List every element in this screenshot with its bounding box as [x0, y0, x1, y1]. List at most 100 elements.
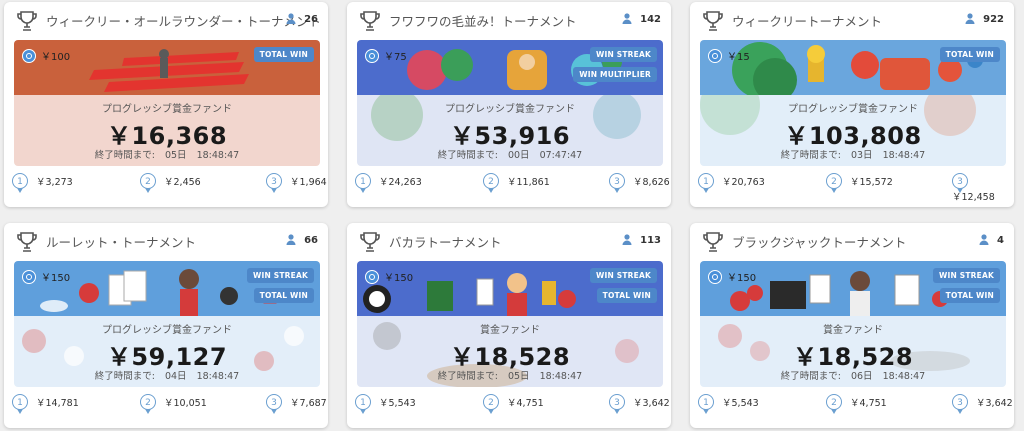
time-remaining: 終了時間まで: 05日 18:48:47	[14, 147, 320, 161]
prize-place-1: 1 ￥3,273	[12, 173, 73, 197]
prize-place-3: 3 ￥3,642	[609, 394, 670, 418]
card-header: ウィークリー・オールラウンダー・トーナメント 26	[4, 2, 328, 40]
entry-fee-value: ￥15	[727, 52, 750, 63]
medal-icon: 3	[609, 394, 625, 414]
card-title[interactable]: ウィークリー・オールラウンダー・トーナメント	[46, 11, 321, 30]
player-count: 26	[286, 13, 318, 25]
prize-amount: ￥3,273	[36, 177, 73, 188]
badge-win-multiplier: WIN MULTIPLIER	[573, 67, 657, 82]
tournament-banner[interactable]: ￥100 TOTAL WIN プログレッシブ賞金ファンド ￥16,368 終了時…	[14, 40, 320, 166]
ends-time: 18:48:47	[882, 150, 926, 161]
card-header: ブラックジャックトーナメント 4	[690, 223, 1014, 261]
prize-amount: ￥20,763	[722, 177, 765, 188]
prize-list: 1 ￥24,263 2 ￥11,861 3 ￥8,626	[347, 173, 671, 197]
trophy-icon	[359, 10, 381, 32]
ends-days: 05日	[507, 371, 530, 382]
badge-total-win: TOTAL WIN	[939, 47, 1000, 62]
player-count: 4	[979, 234, 1004, 246]
person-icon	[622, 234, 632, 245]
ends-time: 18:48:47	[196, 150, 240, 161]
entry-fee: ￥75	[365, 48, 407, 63]
tournament-card[interactable]: フワフワの毛並み！トーナメント 142 ￥75 WIN STREAK WIN MU…	[347, 2, 671, 207]
prize-place-1: 1 ￥5,543	[355, 394, 416, 418]
entry-fee-value: ￥150	[41, 273, 71, 284]
player-count: 113	[622, 234, 661, 246]
tournament-banner[interactable]: ￥15 TOTAL WIN プログレッシブ賞金ファンド ￥103,808 終了時…	[700, 40, 1006, 166]
trophy-icon	[16, 231, 38, 253]
card-title[interactable]: フワフワの毛並み！トーナメント	[389, 11, 577, 30]
person-icon	[622, 13, 632, 24]
card-title[interactable]: ブラックジャックトーナメント	[732, 232, 906, 251]
person-icon	[979, 234, 989, 245]
entry-fee-value: ￥75	[384, 52, 407, 63]
medal-icon: 3	[952, 394, 968, 414]
card-title[interactable]: バカラトーナメント	[389, 232, 502, 251]
person-icon	[286, 234, 296, 245]
prize-amount: ￥15,572	[850, 177, 893, 188]
prize-list: 1 ￥14,781 2 ￥10,051 3 ￥7,687	[4, 394, 328, 418]
player-count: 142	[622, 13, 661, 25]
card-title[interactable]: ウィークリートーナメント	[732, 11, 882, 30]
ends-label: 終了時間まで:	[780, 150, 841, 161]
coin-icon	[708, 49, 722, 63]
medal-icon: 1	[698, 173, 714, 193]
prize-fund-amount: ￥18,528	[449, 343, 571, 371]
prize-fund-amount: ￥18,528	[792, 343, 914, 371]
player-count: 66	[286, 234, 318, 246]
prize-amount: ￥14,781	[36, 398, 79, 409]
tournament-banner[interactable]: ￥75 WIN STREAK WIN MULTIPLIER プログレッシブ賞金ファ…	[357, 40, 663, 166]
trophy-icon	[359, 231, 381, 253]
coin-icon	[365, 270, 379, 284]
person-icon	[286, 13, 296, 24]
time-remaining: 終了時間まで: 03日 18:48:47	[700, 147, 1006, 161]
prize-amount: ￥4,751	[850, 398, 887, 409]
player-count-value: 142	[640, 14, 661, 25]
prize-amount: ￥11,861	[507, 177, 550, 188]
ends-days: 00日	[507, 150, 530, 161]
entry-fee: ￥15	[708, 48, 750, 63]
prize-fund-amount: ￥103,808	[784, 122, 922, 150]
prize-amount: ￥5,543	[722, 398, 759, 409]
ends-label: 終了時間まで:	[94, 150, 155, 161]
tournament-card[interactable]: ルーレット・トーナメント 66 ￥150 WIN STREAK TOTAL WIN…	[4, 223, 328, 428]
prize-amount: ￥24,263	[379, 177, 422, 188]
coin-icon	[365, 49, 379, 63]
tournament-card[interactable]: ブラックジャックトーナメント 4 ￥150 WIN STREAK TOTAL WI…	[690, 223, 1014, 428]
ends-label: 終了時間まで:	[94, 371, 155, 382]
fund-label: プログレッシブ賞金ファンド	[102, 104, 232, 115]
badge-win-streak: WIN STREAK	[933, 268, 1000, 283]
medal-icon: 2	[140, 173, 156, 193]
prize-place-3: 3 ￥1,964	[266, 173, 327, 197]
tournament-banner[interactable]: ￥150 WIN STREAK TOTAL WIN プログレッシブ賞金ファンド ￥…	[14, 261, 320, 387]
medal-icon: 1	[12, 173, 28, 193]
medal-icon: 3	[266, 394, 282, 414]
time-remaining: 終了時間まで: 00日 07:47:47	[357, 147, 663, 161]
medal-icon: 2	[483, 394, 499, 414]
card-title[interactable]: ルーレット・トーナメント	[46, 232, 196, 251]
coin-icon	[708, 270, 722, 284]
ends-days: 04日	[164, 371, 187, 382]
time-remaining: 終了時間まで: 05日 18:48:47	[357, 368, 663, 382]
tournament-card[interactable]: バカラトーナメント 113 ￥150 WIN STREAK TOTAL WIN 賞…	[347, 223, 671, 428]
tournament-banner[interactable]: ￥150 WIN STREAK TOTAL WIN 賞金ファンド ￥18,528 …	[357, 261, 663, 387]
medal-icon: 1	[355, 394, 371, 414]
player-count: 922	[965, 13, 1004, 25]
medal-icon: 1	[12, 394, 28, 414]
badge-win-streak: WIN STREAK	[590, 268, 657, 283]
prize-fund-amount: ￥59,127	[106, 343, 228, 371]
medal-icon: 3	[609, 173, 625, 193]
tournament-card[interactable]: ウィークリー・オールラウンダー・トーナメント 26 ￥100 TOTAL WIN…	[4, 2, 328, 207]
card-header: バカラトーナメント 113	[347, 223, 671, 261]
tournament-card[interactable]: ウィークリートーナメント 922 ￥15 TOTAL WIN プログレッシブ賞金…	[690, 2, 1014, 207]
card-header: ルーレット・トーナメント 66	[4, 223, 328, 261]
prize-list: 1 ￥5,543 2 ￥4,751 3 ￥3,642	[690, 394, 1014, 418]
prize-place-3: 3 ￥7,687	[266, 394, 327, 418]
medal-icon: 3	[952, 173, 968, 193]
prize-amount: ￥5,543	[379, 398, 416, 409]
tournament-banner[interactable]: ￥150 WIN STREAK TOTAL WIN 賞金ファンド ￥18,528 …	[700, 261, 1006, 387]
prize-place-1: 1 ￥14,781	[12, 394, 79, 418]
trophy-icon	[702, 231, 724, 253]
prize-amount: ￥3,642	[633, 398, 670, 409]
trophy-icon	[16, 10, 38, 32]
badge-total-win: TOTAL WIN	[596, 288, 657, 303]
